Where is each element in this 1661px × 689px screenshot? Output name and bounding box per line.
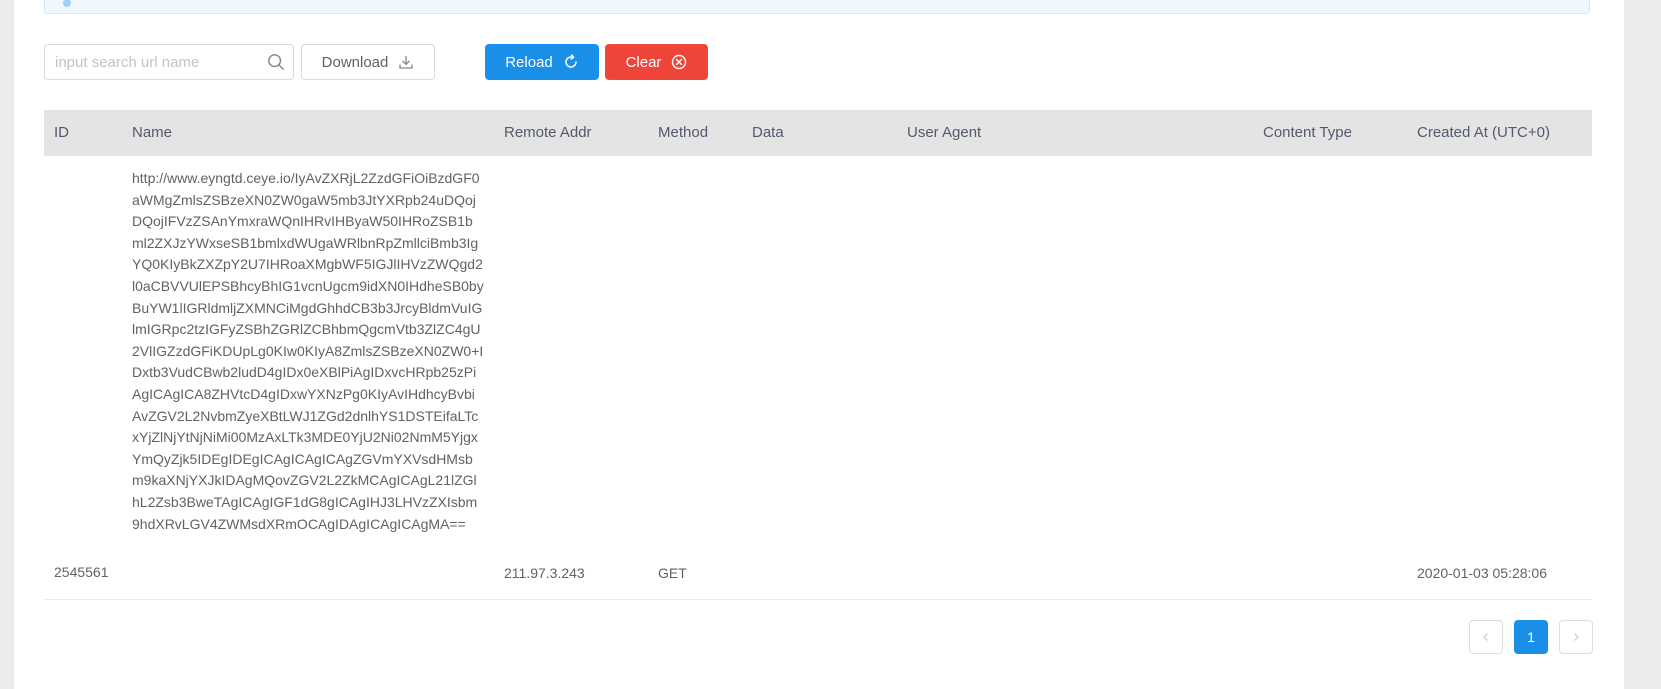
column-header-data[interactable]: Data — [752, 110, 784, 156]
cell-method: GET — [658, 565, 687, 581]
next-page-button[interactable] — [1559, 620, 1593, 654]
chevron-left-icon — [1483, 633, 1488, 641]
reload-icon — [565, 54, 577, 68]
column-header-name[interactable]: Name — [132, 110, 172, 156]
page-button-current[interactable]: 1 — [1514, 620, 1548, 654]
reload-button-label: Reload — [505, 53, 553, 71]
search-input[interactable] — [45, 45, 255, 79]
prev-page-button[interactable] — [1469, 620, 1503, 654]
download-button[interactable]: Download — [301, 44, 435, 80]
column-header-method[interactable]: Method — [658, 110, 708, 156]
cell-remote-addr: 211.97.3.243 — [504, 565, 585, 581]
cell-created-at: 2020-01-03 05:28:06 — [1417, 565, 1547, 581]
close-circle-icon — [672, 54, 687, 70]
download-button-label: Download — [321, 53, 389, 71]
table-header: ID Name Remote Addr Method Data User Age… — [44, 110, 1592, 156]
table-row: 2545561 http://www.eyngtd.ceye.io/IyAvZX… — [44, 156, 1592, 600]
info-icon — [63, 0, 71, 7]
column-header-user-agent[interactable]: User Agent — [907, 110, 981, 156]
info-alert-bar — [44, 0, 1590, 14]
download-icon — [399, 56, 414, 69]
column-header-content-type[interactable]: Content Type — [1263, 110, 1352, 156]
clear-button-label: Clear — [625, 53, 662, 71]
column-header-id[interactable]: ID — [54, 110, 69, 156]
search-icon[interactable] — [267, 53, 285, 71]
column-header-created-at[interactable]: Created At (UTC+0) — [1417, 110, 1550, 156]
content-panel: Download Reload Clear ID Name Remote Add… — [14, 0, 1624, 689]
requests-table: ID Name Remote Addr Method Data User Age… — [44, 110, 1592, 600]
reload-button[interactable]: Reload — [485, 44, 599, 80]
column-header-remote-addr[interactable]: Remote Addr — [504, 110, 592, 156]
clear-button[interactable]: Clear — [605, 44, 708, 80]
cell-name: http://www.eyngtd.ceye.io/IyAvZXRjL2ZzdG… — [132, 170, 484, 532]
search-box — [44, 44, 294, 80]
cell-id: 2545561 — [54, 564, 109, 580]
chevron-right-icon — [1574, 633, 1579, 641]
